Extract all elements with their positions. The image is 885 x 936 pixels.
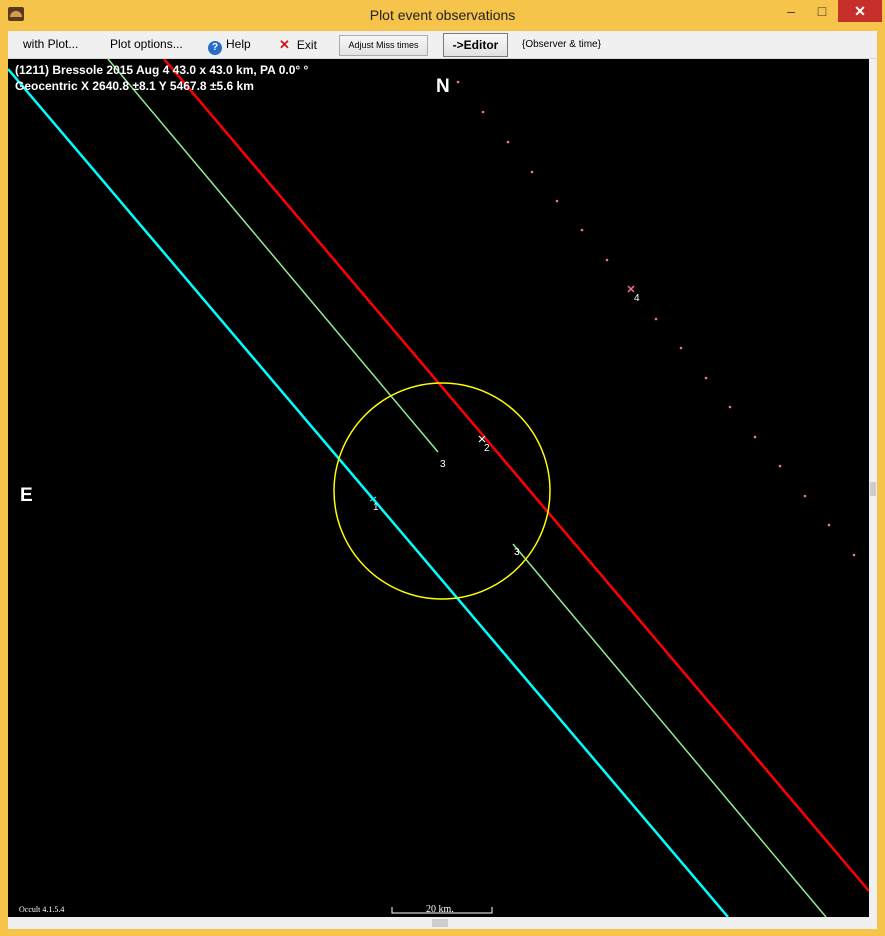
north-label: N — [436, 76, 450, 97]
scrollbar-corner — [869, 917, 877, 929]
menu-plot-options[interactable]: Plot options... — [110, 37, 183, 51]
chord-3-line-lower — [512, 543, 827, 917]
plot-canvas[interactable]: 1 2 3 3 4 20 km. (1211) Bressole 2015 Au… — [8, 59, 869, 917]
help-icon: ? — [208, 41, 222, 55]
menu-bar: with Plot... Plot options... ? Help ✕ Exit… — [8, 31, 877, 59]
chord-3-lower-label: 3 — [514, 547, 520, 558]
horizontal-scrollbar[interactable] — [8, 917, 869, 929]
menu-observer-time[interactable]: {Observer & time} — [522, 39, 601, 50]
vertical-scrollbar[interactable] — [869, 59, 877, 917]
editor-button[interactable]: ->Editor — [443, 33, 508, 57]
event-info-line: (1211) Bressole 2015 Aug 4 43.0 x 43.0 k… — [15, 63, 309, 77]
chord-3-upper-label: 3 — [440, 459, 446, 470]
title-bar: Plot event observations – □ ✕ — [0, 0, 885, 31]
minimize-button[interactable]: – — [776, 0, 806, 22]
menu-exit[interactable]: ✕ Exit — [279, 37, 317, 53]
chord-2-label: 2 — [484, 443, 490, 454]
adjust-miss-times-button[interactable]: Adjust Miss times — [339, 35, 428, 56]
app-window: Plot event observations – □ ✕ with Plot.… — [0, 0, 885, 936]
chord-1-label: 1 — [373, 502, 379, 513]
chord-3-line-upper — [107, 59, 439, 453]
chord-2-marker — [478, 435, 486, 443]
vertical-scroll-thumb[interactable] — [870, 482, 876, 496]
chord-4-marker — [627, 285, 635, 293]
window-title: Plot event observations — [369, 7, 516, 23]
exit-icon: ✕ — [279, 37, 290, 52]
chord-4-track — [456, 80, 856, 557]
menu-exit-label: Exit — [296, 38, 317, 52]
horizontal-scroll-thumb[interactable] — [432, 919, 448, 927]
close-button[interactable]: ✕ — [838, 0, 882, 22]
version-label: Occult 4.1.5.4 — [19, 905, 65, 914]
chord-2-line — [163, 59, 869, 892]
menu-with-plot[interactable]: with Plot... — [23, 37, 78, 51]
chord-4-label: 4 — [634, 293, 640, 304]
chord-1-line — [8, 68, 729, 917]
menu-help[interactable]: ? Help — [208, 37, 251, 55]
maximize-button[interactable]: □ — [808, 0, 836, 22]
geocentric-info-line: Geocentric X 2640.8 ±8.1 Y 5467.8 ±5.6 k… — [15, 79, 254, 93]
plot-svg: 1 2 3 3 4 20 km. — [8, 59, 869, 917]
menu-help-label: Help — [226, 37, 251, 51]
east-label: E — [20, 485, 33, 506]
scale-bar-label: 20 km. — [426, 904, 454, 915]
